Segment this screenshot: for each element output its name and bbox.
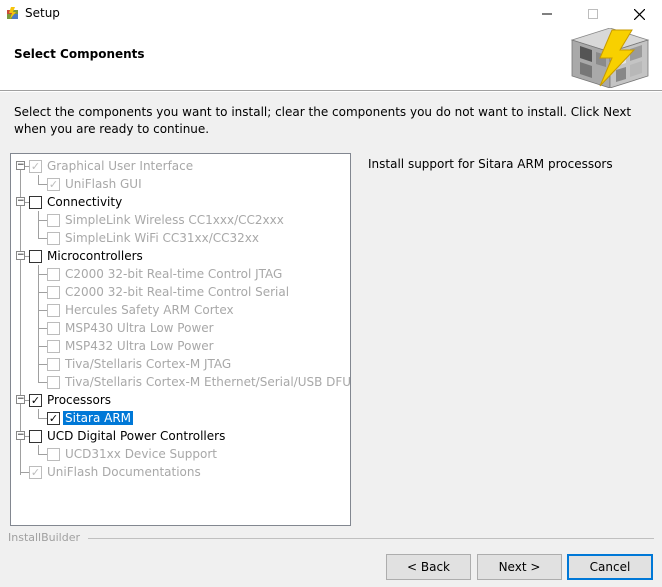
instructions-text: Select the components you want to instal… bbox=[14, 105, 632, 136]
tree-item-label: Hercules Safety ARM Cortex bbox=[65, 303, 234, 317]
tree-item[interactable]: − Connectivity bbox=[11, 193, 350, 211]
installbuilder-brand: InstallBuilder bbox=[8, 531, 81, 544]
tree-item[interactable]: UCD31xx Device Support bbox=[11, 445, 350, 463]
checkbox-unchecked bbox=[47, 340, 60, 353]
collapse-icon[interactable]: − bbox=[16, 251, 25, 260]
checkbox-unchecked[interactable] bbox=[29, 196, 42, 209]
footer-divider bbox=[88, 538, 654, 539]
back-button[interactable]: < Back bbox=[386, 554, 471, 580]
tree-item-label: Processors bbox=[47, 393, 112, 407]
collapse-icon[interactable]: − bbox=[16, 161, 25, 170]
tree-item[interactable]: SimpleLink WiFi CC31xx/CC32xx bbox=[11, 229, 350, 247]
tree-item-label: Tiva/Stellaris Cortex-M Ethernet/Serial/… bbox=[65, 375, 351, 389]
maximize-icon bbox=[588, 9, 598, 19]
collapse-icon[interactable]: − bbox=[16, 431, 25, 440]
checkbox-unchecked bbox=[47, 232, 60, 245]
title-bar: Setup bbox=[0, 0, 662, 28]
checkbox-unchecked bbox=[47, 322, 60, 335]
checkbox-unchecked bbox=[47, 448, 60, 461]
next-button[interactable]: Next > bbox=[477, 554, 562, 580]
checkbox-unchecked[interactable] bbox=[29, 250, 42, 263]
tree-item-label: Connectivity bbox=[47, 195, 123, 209]
tree-item[interactable]: − UCD Digital Power Controllers bbox=[11, 427, 350, 445]
tree-item-label: SimpleLink WiFi CC31xx/CC32xx bbox=[65, 231, 259, 245]
tree-item[interactable]: C2000 32-bit Real-time Control JTAG bbox=[11, 265, 350, 283]
checkbox-unchecked bbox=[47, 214, 60, 227]
tree-item-label: UCD Digital Power Controllers bbox=[47, 429, 226, 443]
wizard-header: Select Components bbox=[0, 28, 662, 90]
tree-item[interactable]: ✓ UniFlash GUI bbox=[11, 175, 350, 193]
window-title: Setup bbox=[25, 6, 60, 20]
page-title: Select Components bbox=[14, 47, 145, 61]
tree-item[interactable]: ✓ Sitara ARM bbox=[11, 409, 350, 427]
tree-item[interactable]: − ✓ Processors bbox=[11, 391, 350, 409]
tree-item[interactable]: SimpleLink Wireless CC1xxx/CC2xxx bbox=[11, 211, 350, 229]
tree-item-label: SimpleLink Wireless CC1xxx/CC2xxx bbox=[65, 213, 284, 227]
tree-item[interactable]: Tiva/Stellaris Cortex-M JTAG bbox=[11, 355, 350, 373]
setup-app-icon bbox=[7, 7, 18, 19]
tree-item-label: Sitara ARM bbox=[63, 411, 134, 425]
checkbox-checked: ✓ bbox=[29, 160, 42, 173]
checkbox-unchecked bbox=[47, 304, 60, 317]
checkbox-checked[interactable]: ✓ bbox=[29, 394, 42, 407]
checkbox-unchecked bbox=[47, 286, 60, 299]
collapse-icon[interactable]: − bbox=[16, 395, 25, 404]
checkbox-checked: ✓ bbox=[29, 466, 42, 479]
collapse-icon[interactable]: − bbox=[16, 197, 25, 206]
tree-item-label: Tiva/Stellaris Cortex-M JTAG bbox=[65, 357, 232, 371]
checkbox-unchecked bbox=[47, 358, 60, 371]
close-button[interactable] bbox=[616, 0, 662, 28]
tree-item[interactable]: Tiva/Stellaris Cortex-M Ethernet/Serial/… bbox=[11, 373, 350, 391]
minimize-icon bbox=[542, 13, 552, 15]
cancel-button[interactable]: Cancel bbox=[567, 554, 653, 580]
checkbox-checked: ✓ bbox=[47, 178, 60, 191]
tree-item[interactable]: Hercules Safety ARM Cortex bbox=[11, 301, 350, 319]
tree-item-label: C2000 32-bit Real-time Control Serial bbox=[65, 285, 290, 299]
tree-item-label: MSP430 Ultra Low Power bbox=[65, 321, 214, 335]
close-icon bbox=[633, 8, 645, 20]
tree-item-label: UniFlash GUI bbox=[65, 177, 142, 191]
tree-item[interactable]: MSP430 Ultra Low Power bbox=[11, 319, 350, 337]
tree-item-label: C2000 32-bit Real-time Control JTAG bbox=[65, 267, 283, 281]
component-info-text: Install support for Sitara ARM processor… bbox=[368, 157, 613, 171]
tree-item[interactable]: − ✓ Graphical User Interface bbox=[11, 157, 350, 175]
installer-cube-lightning-logo bbox=[570, 28, 650, 88]
tree-item-label: UCD31xx Device Support bbox=[65, 447, 217, 461]
tree-item-label: MSP432 Ultra Low Power bbox=[65, 339, 214, 353]
tree-item[interactable]: C2000 32-bit Real-time Control Serial bbox=[11, 283, 350, 301]
tree-item[interactable]: ✓ UniFlash Documentations bbox=[11, 463, 350, 481]
tree-item[interactable]: − Microcontrollers bbox=[11, 247, 350, 265]
tree-item-label: Graphical User Interface bbox=[47, 159, 194, 173]
maximize-button[interactable] bbox=[570, 0, 616, 28]
tree-item-label: Microcontrollers bbox=[47, 249, 143, 263]
tree-item[interactable]: MSP432 Ultra Low Power bbox=[11, 337, 350, 355]
tree-item-label: UniFlash Documentations bbox=[47, 465, 201, 479]
component-tree[interactable]: − ✓ Graphical User Interface ✓ UniFlash GUI −… bbox=[10, 153, 351, 526]
minimize-button[interactable] bbox=[524, 0, 570, 28]
checkbox-unchecked bbox=[47, 376, 60, 389]
checkbox-unchecked bbox=[47, 268, 60, 281]
checkbox-unchecked[interactable] bbox=[29, 430, 42, 443]
checkbox-checked[interactable]: ✓ bbox=[47, 412, 60, 425]
